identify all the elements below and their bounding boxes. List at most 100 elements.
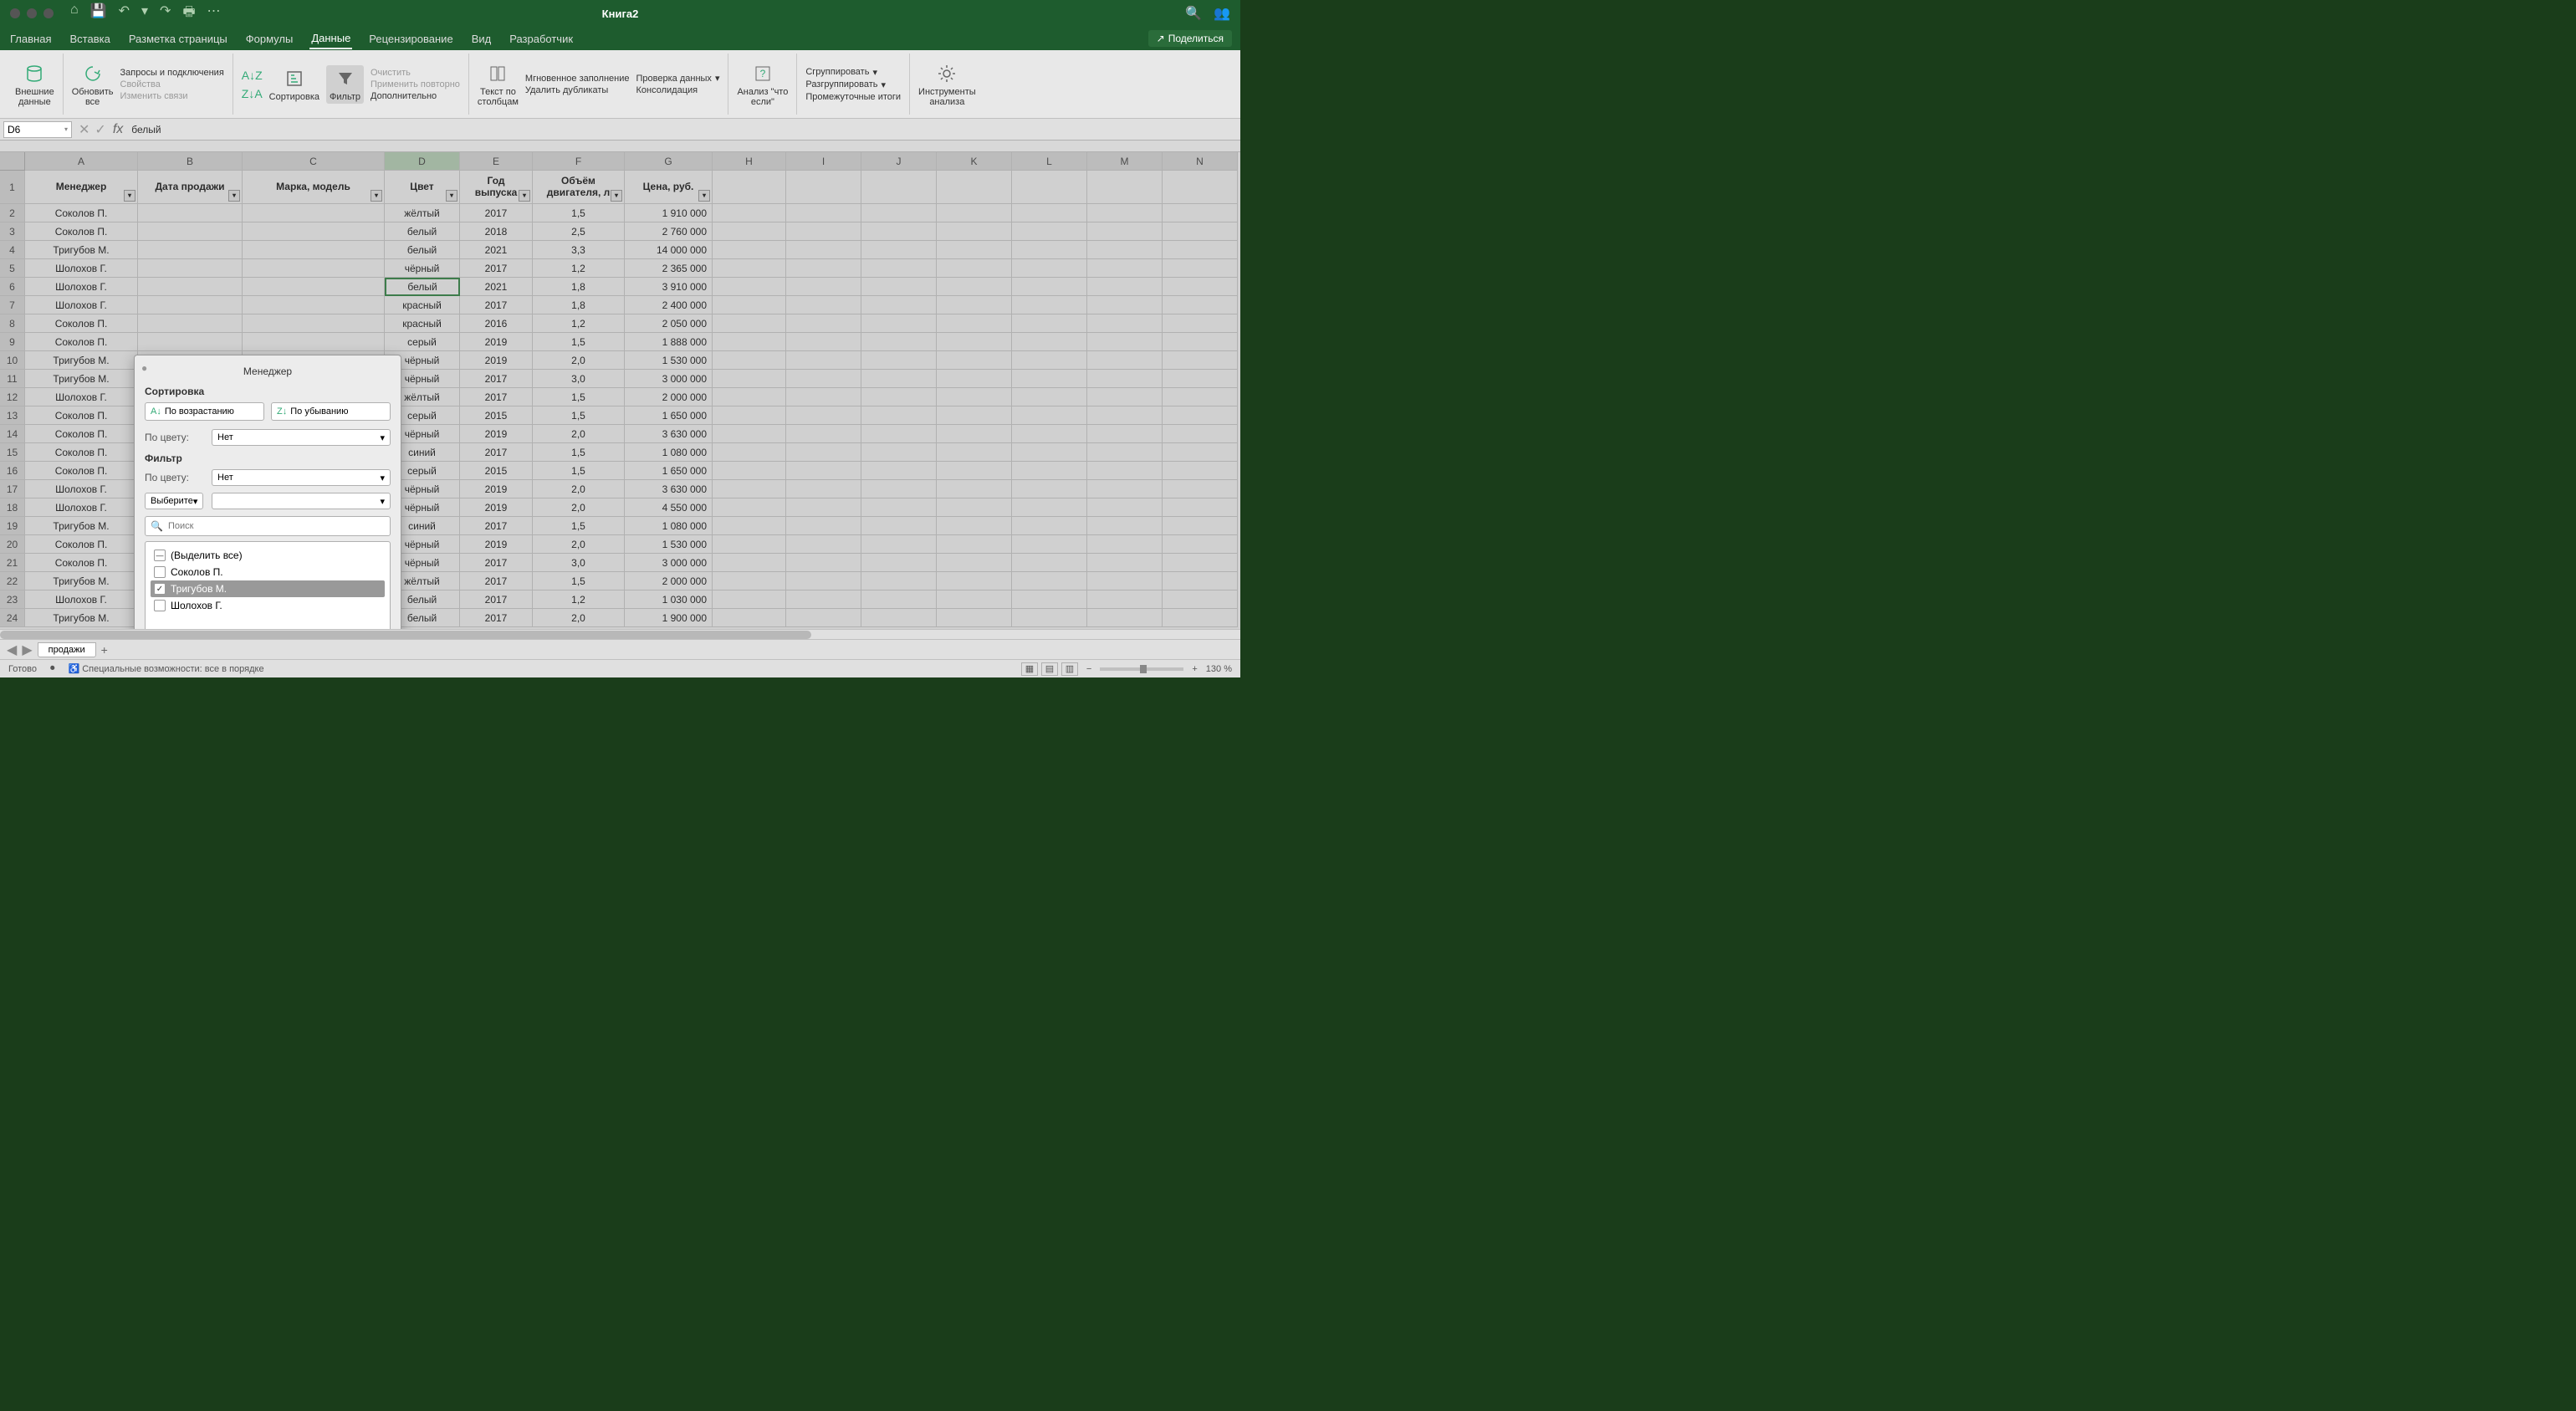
cell-B8[interactable]: [138, 314, 243, 333]
cell-J8[interactable]: [861, 314, 937, 333]
cell-I19[interactable]: [786, 517, 861, 535]
cell-E6[interactable]: 2021: [460, 278, 533, 296]
cell-E5[interactable]: 2017: [460, 259, 533, 278]
column-header-B[interactable]: B: [138, 152, 243, 171]
cell-E3[interactable]: 2018: [460, 222, 533, 241]
cell-C2[interactable]: [243, 204, 385, 222]
cell-C8[interactable]: [243, 314, 385, 333]
cell-I7[interactable]: [786, 296, 861, 314]
cell-E15[interactable]: 2017: [460, 443, 533, 462]
cell-E24[interactable]: 2017: [460, 609, 533, 627]
cell-E2[interactable]: 2017: [460, 204, 533, 222]
reapply-filter-button[interactable]: Применить повторно: [371, 79, 460, 89]
cell-J22[interactable]: [861, 572, 937, 590]
row-header-3[interactable]: 3: [0, 222, 25, 241]
cell-M4[interactable]: [1087, 241, 1163, 259]
cell-G9[interactable]: 1 888 000: [625, 333, 713, 351]
accessibility-status[interactable]: ♿ Специальные возможности: все в порядке: [68, 663, 263, 674]
cell-N20[interactable]: [1163, 535, 1238, 554]
cell-F22[interactable]: 1,5: [533, 572, 625, 590]
cell-J20[interactable]: [861, 535, 937, 554]
column-header-D[interactable]: D: [385, 152, 460, 171]
cell-F15[interactable]: 1,5: [533, 443, 625, 462]
column-header-G[interactable]: G: [625, 152, 713, 171]
cell-K23[interactable]: [937, 590, 1012, 609]
header-cell-E[interactable]: Год выпуска▾: [460, 171, 533, 204]
header-cell-F[interactable]: Объём двигателя, л▾: [533, 171, 625, 204]
header-cell-A[interactable]: Менеджер▾: [25, 171, 138, 204]
cell-L4[interactable]: [1012, 241, 1087, 259]
cell-L15[interactable]: [1012, 443, 1087, 462]
horizontal-scrollbar[interactable]: [0, 629, 1240, 639]
sheet-prev-icon[interactable]: ◀: [7, 642, 17, 658]
cell-N15[interactable]: [1163, 443, 1238, 462]
cell-K24[interactable]: [937, 609, 1012, 627]
close-window[interactable]: [10, 8, 20, 18]
cell-K14[interactable]: [937, 425, 1012, 443]
cell-B7[interactable]: [138, 296, 243, 314]
cell-F14[interactable]: 2,0: [533, 425, 625, 443]
row-header-20[interactable]: 20: [0, 535, 25, 554]
cell-G14[interactable]: 3 630 000: [625, 425, 713, 443]
ungroup-button[interactable]: Разгруппировать ▾: [805, 79, 901, 90]
cell-G7[interactable]: 2 400 000: [625, 296, 713, 314]
refresh-all-button[interactable]: Обновить все: [72, 62, 114, 107]
cell-A23[interactable]: Шолохов Г.: [25, 590, 138, 609]
filter-dropdown-E[interactable]: ▾: [519, 190, 530, 202]
tab-developer[interactable]: Разработчик: [508, 29, 575, 49]
cell-L18[interactable]: [1012, 498, 1087, 517]
cell-I5[interactable]: [786, 259, 861, 278]
zoom-thumb[interactable]: [1140, 665, 1147, 673]
column-header-N[interactable]: N: [1163, 152, 1238, 171]
cell-K21[interactable]: [937, 554, 1012, 572]
cell-G8[interactable]: 2 050 000: [625, 314, 713, 333]
zoom-level[interactable]: 130 %: [1206, 664, 1232, 674]
cell-H16[interactable]: [713, 462, 786, 480]
cell-D2[interactable]: жёлтый: [385, 204, 460, 222]
row-header-16[interactable]: 16: [0, 462, 25, 480]
checkbox-icon[interactable]: [154, 600, 166, 611]
cell-F21[interactable]: 3,0: [533, 554, 625, 572]
cell-K5[interactable]: [937, 259, 1012, 278]
cell-K22[interactable]: [937, 572, 1012, 590]
cell-L24[interactable]: [1012, 609, 1087, 627]
row-header-14[interactable]: 14: [0, 425, 25, 443]
cell-G5[interactable]: 2 365 000: [625, 259, 713, 278]
cell-A9[interactable]: Соколов П.: [25, 333, 138, 351]
name-box[interactable]: D6 ▾: [3, 121, 72, 138]
filter-dropdown-D[interactable]: ▾: [446, 190, 457, 202]
cell-M8[interactable]: [1087, 314, 1163, 333]
cell-K17[interactable]: [937, 480, 1012, 498]
cell-C9[interactable]: [243, 333, 385, 351]
cell-C5[interactable]: [243, 259, 385, 278]
header-cell-K[interactable]: [937, 171, 1012, 204]
cell-F19[interactable]: 1,5: [533, 517, 625, 535]
cell-C6[interactable]: [243, 278, 385, 296]
cell-K12[interactable]: [937, 388, 1012, 406]
cell-N16[interactable]: [1163, 462, 1238, 480]
row-header-9[interactable]: 9: [0, 333, 25, 351]
tab-insert[interactable]: Вставка: [68, 29, 111, 49]
sort-color-select[interactable]: Нет▾: [212, 429, 391, 446]
column-header-I[interactable]: I: [786, 152, 861, 171]
cell-G10[interactable]: 1 530 000: [625, 351, 713, 370]
cell-H2[interactable]: [713, 204, 786, 222]
cell-E14[interactable]: 2019: [460, 425, 533, 443]
print-icon[interactable]: 🖶: [182, 3, 195, 25]
cell-N6[interactable]: [1163, 278, 1238, 296]
clear-filter-button[interactable]: Очистить: [371, 68, 460, 78]
advanced-filter-button[interactable]: Дополнительно: [371, 91, 460, 101]
column-header-C[interactable]: C: [243, 152, 385, 171]
cell-L7[interactable]: [1012, 296, 1087, 314]
tab-layout[interactable]: Разметка страницы: [127, 29, 229, 49]
row-header-2[interactable]: 2: [0, 204, 25, 222]
cell-G23[interactable]: 1 030 000: [625, 590, 713, 609]
cell-E8[interactable]: 2016: [460, 314, 533, 333]
cell-F2[interactable]: 1,5: [533, 204, 625, 222]
cell-A14[interactable]: Соколов П.: [25, 425, 138, 443]
cell-G15[interactable]: 1 080 000: [625, 443, 713, 462]
sort-asc-button[interactable]: A↓ По возрастанию: [145, 402, 264, 421]
name-box-dropdown-icon[interactable]: ▾: [64, 125, 68, 133]
header-cell-N[interactable]: [1163, 171, 1238, 204]
cell-N18[interactable]: [1163, 498, 1238, 517]
